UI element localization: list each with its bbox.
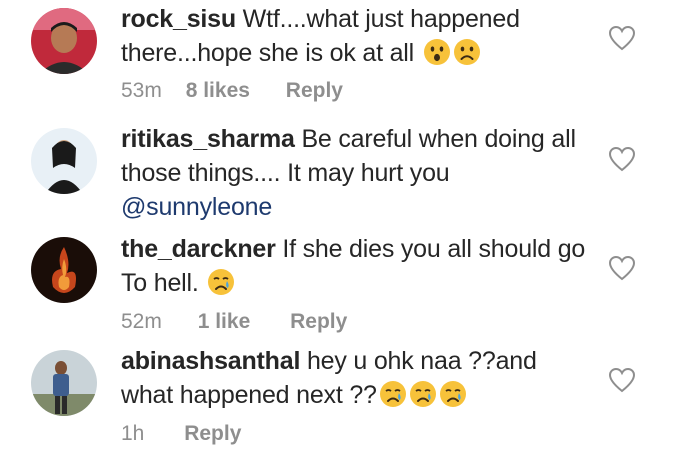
like-heart-icon[interactable] [608,367,636,393]
crying-face-emoji [439,380,467,408]
reply-button[interactable]: Reply [184,422,241,446]
astonished-face-emoji [423,38,451,66]
comment-text: abinashsanthal hey u ohk naa ??and what … [121,344,591,412]
timestamp: 52m [121,310,162,333]
comment-text: rock_sisu Wtf....what just happened ther… [121,2,591,70]
avatar[interactable] [31,350,97,416]
username[interactable]: rock_sisu [121,5,236,33]
like-heart-icon[interactable] [608,25,636,51]
like-heart-icon[interactable] [608,255,636,281]
comment-text: the_darckner If she dies you all should … [121,232,591,300]
frowning-face-emoji [453,38,481,66]
reply-button[interactable]: Reply [290,310,347,334]
username[interactable]: abinashsanthal [121,347,300,375]
username[interactable]: ritikas_sharma [121,125,295,153]
comment-meta: 53m 8 likes Reply [121,79,343,103]
likes-count[interactable]: 8 likes [186,79,250,103]
crying-face-emoji [379,380,407,408]
comment-text: ritikas_sharma Be careful when doing all… [121,122,591,224]
avatar[interactable] [31,8,97,74]
reply-button[interactable]: Reply [286,79,343,103]
comment-meta: 52m 1 like Reply [121,310,347,334]
mention-link[interactable]: @sunnyleone [121,193,272,221]
crying-face-emoji [207,268,235,296]
crying-face-emoji [409,380,437,408]
likes-count[interactable]: 1 like [198,310,251,334]
like-heart-icon[interactable] [608,146,636,172]
timestamp: 1h [121,422,145,445]
comment-meta: 1h Reply [121,422,241,446]
username[interactable]: the_darckner [121,235,276,263]
avatar[interactable] [31,237,97,303]
avatar[interactable] [31,128,97,194]
timestamp: 53m [121,79,162,102]
